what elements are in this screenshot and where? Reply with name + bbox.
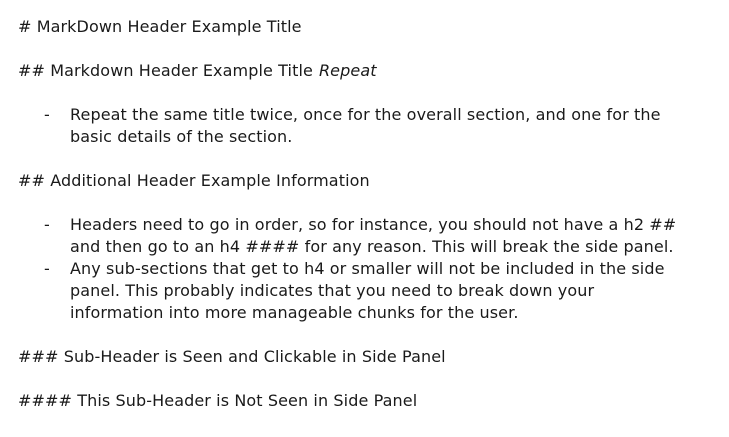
list-item: - Repeat the same title twice, once for … (18, 104, 718, 148)
list-item-line: panel. This probably indicates that you … (70, 281, 595, 300)
list-dash: - (44, 215, 50, 234)
list-item: - Headers need to go in order, so for in… (18, 214, 718, 258)
heading-h1: # MarkDown Header Example Title (18, 17, 302, 36)
list-item-line: Headers need to go in order, so for inst… (70, 215, 677, 234)
list-item: - Any sub-sections that get to h4 or sma… (18, 258, 718, 324)
heading-h3: ### Sub-Header is Seen and Clickable in … (18, 347, 446, 366)
heading-h2-title: ## Markdown Header Example Title Repeat (18, 60, 718, 82)
heading-h2-additional: ## Additional Header Example Information (18, 171, 370, 190)
list-item-text: Any sub-sections that get to h4 or small… (70, 258, 700, 324)
list-item-text: Headers need to go in order, so for inst… (70, 214, 700, 258)
list-item-line: Repeat the same title twice, once for th… (70, 105, 661, 124)
list-item-line: Any sub-sections that get to h4 or small… (70, 259, 665, 278)
list-dash: - (44, 105, 50, 124)
list-item-line: and then go to an h4 #### for any reason… (70, 237, 674, 256)
heading-h2-text: ## Markdown Header Example Title (18, 61, 313, 80)
heading-h4: #### This Sub-Header is Not Seen in Side… (18, 391, 418, 410)
list-item-text: Repeat the same title twice, once for th… (70, 104, 700, 148)
list-item-line: information into more manageable chunks … (70, 303, 519, 322)
list-item-line: basic details of the section. (70, 127, 293, 146)
heading-h2-emphasis: Repeat (318, 61, 377, 80)
list-dash: - (44, 259, 50, 278)
markdown-document: # MarkDown Header Example Title ## Markd… (18, 16, 718, 412)
